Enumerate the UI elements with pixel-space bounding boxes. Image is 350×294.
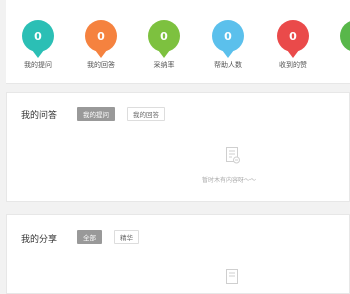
share-card: 我的分享 全部 精华: [6, 214, 350, 294]
section-title: 我的问答: [21, 111, 58, 121]
stat-label: 采纳率: [153, 61, 175, 69]
pin-tail: [32, 50, 44, 58]
stat-extra[interactable]: 0: [324, 0, 350, 84]
tab-featured[interactable]: 精华: [114, 230, 139, 244]
stat-label: 我的回答: [87, 61, 115, 69]
tab-my-answers[interactable]: 我的回答: [127, 107, 165, 121]
pin-tail: [158, 50, 170, 58]
stat-adoption-rate[interactable]: 0 采纳率: [132, 0, 196, 84]
empty-state-text: 暂时木有内容呀～～: [202, 177, 257, 184]
stat-likes-received[interactable]: 0 收到的赞: [261, 0, 325, 84]
stat-my-questions[interactable]: 0 我的提问: [6, 0, 70, 84]
stat-label: 帮助人数: [214, 61, 242, 69]
stat-pin-icon: 0: [22, 20, 54, 58]
stats-bar: 0 我的提问 0 我的回答 0 采纳率 0 帮助人数 0 收到的赞 0: [6, 0, 350, 84]
stat-pin-icon: 0: [85, 20, 117, 58]
empty-document-icon: [226, 147, 240, 164]
stat-people-helped[interactable]: 0 帮助人数: [196, 0, 260, 84]
tab-all[interactable]: 全部: [77, 230, 102, 244]
stat-pin-icon: 0: [148, 20, 180, 58]
stat-pin-icon: 0: [340, 20, 350, 52]
stat-label: 我的提问: [24, 61, 52, 69]
pin-tail: [222, 50, 234, 58]
stat-my-answers[interactable]: 0 我的回答: [69, 0, 133, 84]
empty-document-icon: [226, 269, 238, 284]
stat-label: 收到的赞: [279, 61, 307, 69]
stat-pin-icon: 0: [212, 20, 244, 58]
pin-tail: [95, 50, 107, 58]
stat-pin-icon: 0: [277, 20, 309, 58]
qa-card: 我的问答 我的提问 我的回答 暂时木有内容呀～～: [6, 92, 350, 202]
pin-tail: [287, 50, 299, 58]
section-title: 我的分享: [21, 235, 58, 245]
tab-my-questions[interactable]: 我的提问: [77, 107, 115, 121]
